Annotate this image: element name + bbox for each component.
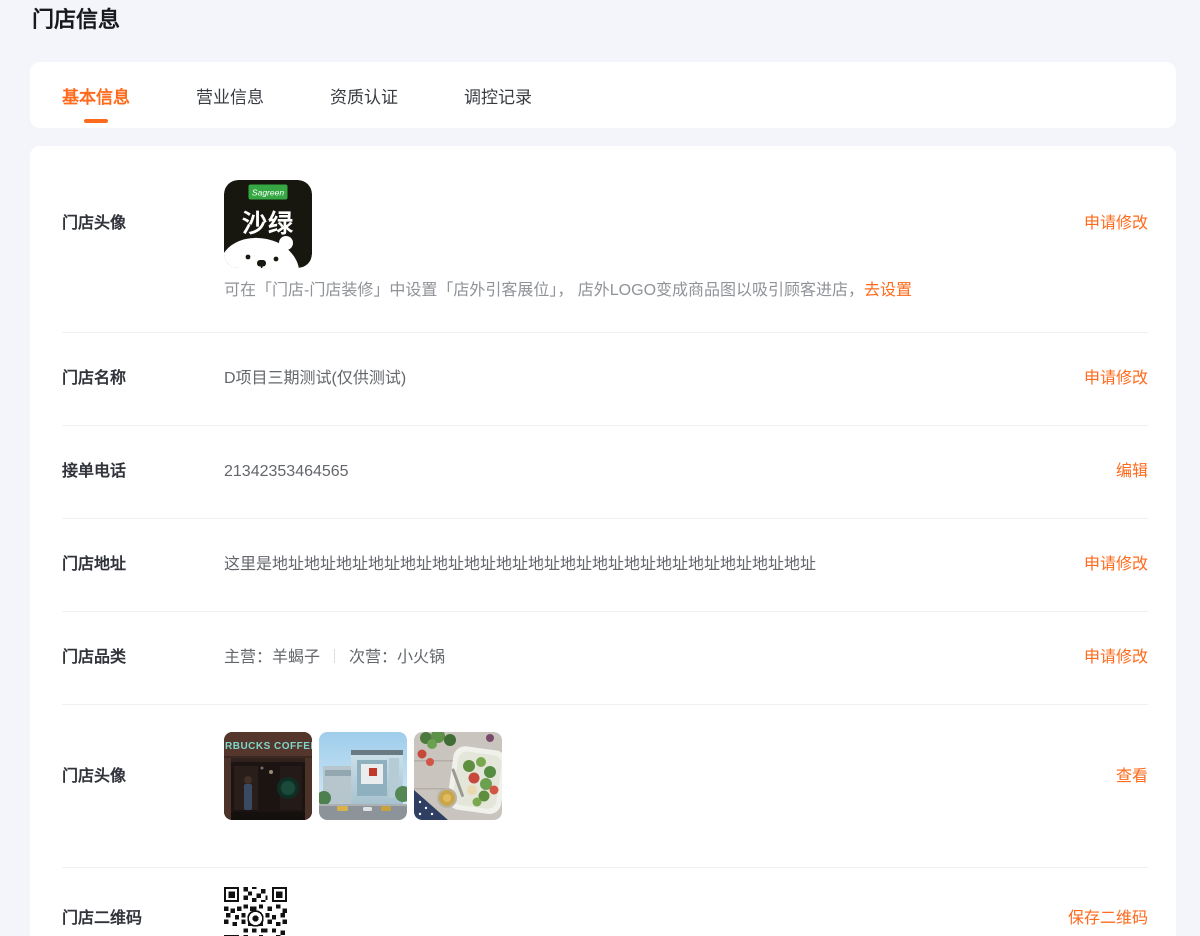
logo-name-text: 沙绿	[242, 209, 294, 238]
row-store-category: 门店品类 主营：羊蝎子 次营：小火锅 申请修改	[62, 612, 1148, 705]
store-logo-image[interactable]: Sagreen 沙绿	[224, 180, 312, 268]
store-address-value: 这里是地址地址地址地址地址地址地址地址地址地址地址地址地址地址地址地址地址	[224, 556, 817, 573]
store-info-card: 门店头像 Sagreen 沙绿 可在「门店-门店装修」中设置「店外引客展位」， …	[30, 146, 1176, 936]
tab-regulation-records[interactable]: 调控记录	[464, 62, 532, 128]
store-photos-label: 门店头像	[62, 768, 127, 785]
phone-edit-link[interactable]: 编辑	[1116, 461, 1148, 483]
tab-bar: 基本信息 营业信息 资质认证 调控记录	[30, 62, 1176, 128]
row-store-avatar: 门店头像 Sagreen 沙绿 可在「门店-门店装修」中设置「店外引客展位」， …	[62, 146, 1148, 333]
store-name-label: 门店名称	[62, 370, 127, 387]
category-separator	[334, 649, 336, 663]
store-name-value: D项目三期测试(仅供测试)	[224, 370, 407, 387]
row-store-address: 门店地址 这里是地址地址地址地址地址地址地址地址地址地址地址地址地址地址地址地址…	[62, 519, 1148, 612]
store-category-value: 主营：羊蝎子 次营：小火锅	[224, 647, 445, 669]
avatar-apply-modify-link[interactable]: 申请修改	[1084, 213, 1148, 235]
row-order-phone: 接单电话 21342353464565 编辑	[62, 426, 1148, 519]
tab-business-info[interactable]: 营业信息	[196, 62, 264, 128]
salad-dish-photo[interactable]	[414, 732, 502, 820]
avatar-hint-text: 可在「门店-门店装修」中设置「店外引客展位」， 店外LOGO变成商品图以吸引顾客…	[224, 280, 912, 302]
save-qrcode-link[interactable]: 保存二维码	[1068, 908, 1148, 930]
row-store-photos: 门店头像 RBUCKS COFFEE 查看	[62, 705, 1148, 868]
go-setup-link[interactable]: 去设置	[864, 282, 912, 299]
store-address-label: 门店地址	[62, 556, 127, 573]
store-photo-strip: RBUCKS COFFEE	[224, 732, 502, 820]
photos-view-link[interactable]: 查看	[1116, 766, 1148, 788]
order-phone-value: 21342353464565	[224, 463, 349, 480]
address-apply-modify-link[interactable]: 申请修改	[1084, 554, 1148, 576]
mall-exterior-photo[interactable]	[319, 732, 407, 820]
svg-text:RBUCKS COFFEE: RBUCKS COFFEE	[225, 741, 312, 752]
starbucks-storefront-photo[interactable]: RBUCKS COFFEE	[224, 732, 312, 820]
store-qrcode-label: 门店二维码	[62, 910, 143, 927]
page-title: 门店信息	[32, 7, 121, 32]
tab-qualification[interactable]: 资质认证	[330, 62, 398, 128]
store-avatar-label: 门店头像	[62, 215, 127, 232]
name-apply-modify-link[interactable]: 申请修改	[1084, 368, 1148, 390]
logo-badge-text: Sagreen	[252, 188, 284, 198]
avatar-hint-body: 可在「门店-门店装修」中设置「店外引客展位」， 店外LOGO变成商品图以吸引顾客…	[224, 282, 865, 299]
category-apply-modify-link[interactable]: 申请修改	[1084, 647, 1148, 669]
category-sub: 次营：小火锅	[349, 649, 446, 666]
tab-basic-info[interactable]: 基本信息	[62, 62, 130, 128]
order-phone-label: 接单电话	[62, 463, 127, 480]
row-store-name: 门店名称 D项目三期测试(仅供测试) 申请修改	[62, 333, 1148, 426]
store-qrcode-image[interactable]	[224, 887, 287, 936]
store-category-label: 门店品类	[62, 649, 127, 666]
category-main: 主营：羊蝎子	[224, 649, 321, 666]
row-store-qrcode: 门店二维码 保存二维码	[62, 868, 1148, 936]
